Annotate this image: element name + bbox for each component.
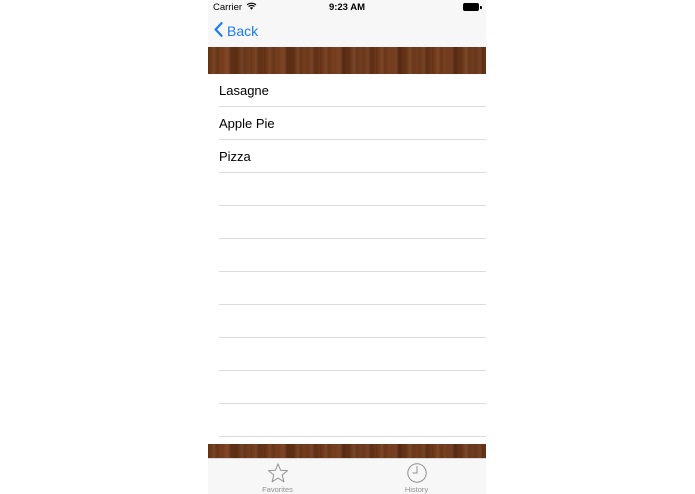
list-item-label: Lasagne: [219, 83, 269, 98]
list-item[interactable]: Pizza: [208, 140, 486, 173]
status-time: 9:23 AM: [328, 2, 366, 13]
list-item-label: Apple Pie: [219, 116, 275, 131]
list-item[interactable]: Lasagne: [208, 74, 486, 107]
list-item-label: Pizza: [219, 149, 251, 164]
food-list: Lasagne Apple Pie Pizza: [208, 74, 486, 444]
empty-row: [208, 173, 486, 206]
battery-icon: [463, 3, 482, 11]
empty-row: [208, 206, 486, 239]
back-label: Back: [227, 23, 259, 39]
empty-row: [208, 338, 486, 371]
tab-history-label: History: [404, 485, 429, 494]
chevron-left-icon: [214, 22, 223, 40]
empty-row: [208, 239, 486, 272]
wood-header-banner: [208, 47, 486, 74]
wood-footer-banner: [208, 444, 486, 458]
status-bar: Carrier 9:23 AM: [208, 0, 486, 16]
empty-row: [208, 404, 486, 437]
navigation-bar: Back: [208, 16, 486, 47]
back-button[interactable]: Back: [214, 22, 258, 40]
tab-history[interactable]: History: [347, 459, 486, 494]
row-separator: [219, 436, 486, 437]
empty-row: [208, 371, 486, 404]
tab-favorites-label: Favorites: [262, 485, 293, 494]
tab-favorites[interactable]: Favorites: [208, 459, 347, 494]
tab-bar: Favorites History: [208, 458, 486, 494]
app-screen: Carrier 9:23 AM Back Lasagne Apple Pie P…: [208, 0, 486, 494]
list-item[interactable]: Apple Pie: [208, 107, 486, 140]
empty-row: [208, 305, 486, 338]
empty-row: [208, 272, 486, 305]
